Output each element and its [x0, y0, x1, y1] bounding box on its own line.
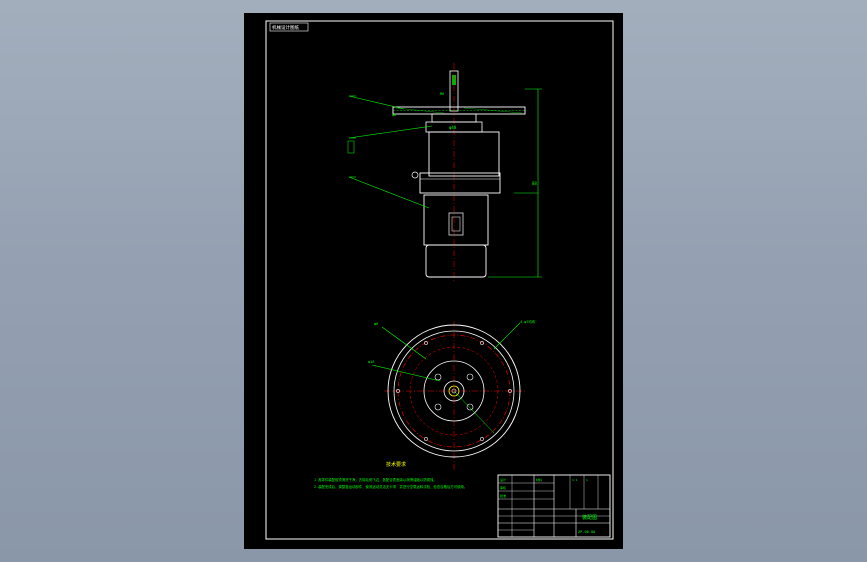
leader-bolt: [493, 322, 521, 350]
cad-viewport[interactable]: 机械设计图纸 φ40 M6 φ8 88 φ6 φ16 4-φ7均布 技术要求 1…: [0, 0, 867, 562]
tb-sheet: 1: [586, 478, 588, 482]
notes-line-1: 1.各零件装配前须清洗干净，去除毛刺飞边，各配合表面涂以润滑油脂以防锈蚀。: [314, 477, 437, 482]
dim-flange-mid: M6: [440, 92, 444, 96]
gearbox-body: [428, 131, 500, 177]
tb-scale: 1:1: [572, 478, 578, 482]
tb-approver: 批准: [500, 493, 506, 498]
tb-checker: 审核: [500, 485, 506, 490]
leader-1: [348, 95, 405, 110]
plan-view: φ6 φ16 4-φ7均布: [368, 319, 536, 471]
inner-hole: [466, 373, 474, 381]
tb-code: ZP-00-00: [578, 530, 595, 534]
inner-border: [265, 20, 614, 540]
dim-neck: φ40: [449, 125, 457, 130]
cad-drawing: 机械设计图纸 φ40 M6 φ8 88 φ6 φ16 4-φ7均布 技术要求 1…: [265, 20, 614, 540]
inner-hole: [466, 403, 474, 411]
leader-diag: [453, 390, 495, 434]
dim-inner-hole: φ16: [368, 360, 374, 364]
notes-heading: 技术要求: [386, 461, 406, 468]
tb-title: 装配图: [582, 514, 597, 521]
title-block: 设计 审核 批准 材料 1:1 1 装配图 ZP-00-00: [497, 474, 611, 538]
front-view: φ40 M6 φ8 88: [347, 63, 542, 283]
part-balloon: [347, 140, 355, 154]
dim-hole-label: φ6: [374, 322, 378, 326]
leader-3: [348, 176, 430, 209]
notes-line-2: 2.装配完成后，调整各运动部件，使其运动灵活无卡滞，并进行空载运转试验，检查合格…: [314, 484, 467, 489]
motor-end-cap: [425, 244, 487, 278]
dim-bolt-circle: 4-φ7均布: [520, 319, 536, 324]
motor-body: [423, 194, 489, 246]
bolt-hole: [424, 437, 428, 441]
inner-hole: [434, 373, 442, 381]
terminal-box: [448, 212, 464, 236]
inner-hole: [434, 403, 442, 411]
dim-flange-left: φ8: [392, 113, 396, 117]
terminal-box-inner: [451, 216, 461, 232]
drawing-sheet: 机械设计图纸 φ40 M6 φ8 88 φ6 φ16 4-φ7均布 技术要求 1…: [244, 13, 623, 549]
top-label: 机械设计图纸: [272, 24, 299, 31]
dim-height: 88: [532, 181, 537, 186]
leader-hole: [381, 326, 427, 360]
technical-notes: 技术要求 1.各零件装配前须清洗干净，去除毛刺飞边，各配合表面涂以润滑油脂以防锈…: [314, 461, 467, 489]
tb-material: 材料: [536, 477, 542, 482]
leader-2: [348, 125, 433, 139]
oil-plug-icon: [411, 171, 419, 179]
tb-designer: 设计: [500, 477, 506, 482]
